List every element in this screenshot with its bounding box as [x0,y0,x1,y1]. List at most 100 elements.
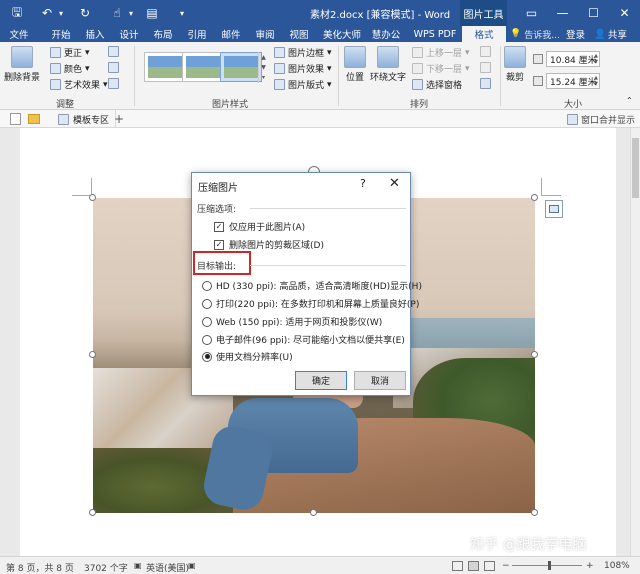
position-button[interactable]: 位置 [344,46,366,83]
artistic-effects-button[interactable]: 艺术效果 ▾ [50,78,108,91]
picture-effects-button[interactable]: 图片效果 ▾ [274,62,332,75]
gallery-down-icon[interactable]: ▼ [261,64,266,71]
tab-references[interactable]: 引用 [182,26,212,42]
tab-wps-pdf[interactable]: WPS PDF [410,26,460,42]
undo-icon[interactable]: ↶ [38,4,56,22]
picture-style-thumb[interactable] [182,52,224,82]
height-spinner[interactable]: ▲ ▼ [594,53,598,65]
tab-review[interactable]: 审阅 [250,26,280,42]
wrap-text-button[interactable]: 环绕文字 [370,46,406,83]
color-button[interactable]: 颜色 ▾ [50,62,90,75]
group-button[interactable] [480,62,491,73]
gallery-scroll[interactable]: ▲ ▼ ▾ [258,52,268,83]
radio-circle[interactable] [202,351,212,362]
radio-print[interactable]: 打印(220 ppi): 在多数打印机和屏幕上质量良好(P) [202,297,419,310]
tell-me-search[interactable]: 💡 告诉我... [510,26,560,42]
touch-dropdown-icon[interactable]: ▾ [125,4,137,22]
radio-circle[interactable] [202,280,212,291]
tab-huibangong[interactable]: 慧办公 [368,26,404,42]
resize-handle[interactable] [531,509,538,516]
layout-options-button[interactable] [545,200,563,218]
gallery-up-icon[interactable]: ▲ [261,54,266,61]
zoom-slider[interactable] [512,565,582,566]
width-field[interactable]: 15.24 厘米 ▲ ▼ [546,73,600,89]
help-button[interactable]: ? [360,177,366,190]
web-layout-icon[interactable] [484,561,495,571]
new-document-icon[interactable] [10,113,21,125]
radio-email[interactable]: 电子邮件(96 ppi): 尽可能缩小文档以便共享(E) [202,333,405,346]
folder-icon[interactable] [28,114,40,124]
tab-file[interactable]: 文件 [4,26,34,42]
share-button[interactable]: 👤 共享 [594,26,627,42]
radio-circle[interactable] [202,334,212,345]
zoom-slider-thumb[interactable] [548,561,551,570]
scrollbar-thumb[interactable] [632,138,639,198]
vertical-scrollbar[interactable] [630,128,640,556]
proofing-icon[interactable]: ▣ [134,561,142,570]
resize-handle[interactable] [310,509,317,516]
tab-view[interactable]: 视图 [284,26,314,42]
crop-button[interactable]: 裁剪 [504,46,526,83]
picture-style-thumb[interactable] [220,52,262,82]
zoom-out-button[interactable]: − [502,561,510,571]
ribbon-display-icon[interactable]: ▭ [516,0,547,26]
remove-background-button[interactable]: 删除背景 [4,46,40,83]
redo-icon[interactable]: ↻ [76,4,94,22]
touch-mode-icon[interactable]: ☝ [108,4,126,22]
bring-forward-button[interactable]: 上移一层 ▾ [412,46,470,59]
resize-handle[interactable] [89,194,96,201]
minimize-button[interactable]: — [547,0,578,26]
tab-format[interactable]: 格式 [462,26,506,42]
page-count[interactable]: 第 8 页，共 8 页 [6,561,74,574]
width-spinner[interactable]: ▲ ▼ [594,75,598,87]
checkbox-box[interactable]: ✓ [214,221,224,232]
checkbox-box[interactable]: ✓ [214,239,224,250]
zoom-in-button[interactable]: + [586,561,594,571]
radio-web[interactable]: Web (150 ppi): 适用于网页和投影仪(W) [202,315,382,328]
undo-dropdown-icon[interactable]: ▾ [55,4,67,22]
radio-circle[interactable] [202,298,212,309]
resize-handle[interactable] [89,509,96,516]
word-count[interactable]: 3702 个字 [84,561,128,574]
save-icon[interactable]: 🖫 [8,4,26,22]
tab-beautify[interactable]: 美化大师 [318,26,366,42]
ok-button[interactable]: 确定 [295,371,347,390]
apply-only-this-checkbox[interactable]: ✓ 仅应用于此图片(A) [214,220,305,233]
compress-pictures-button[interactable] [108,46,119,57]
gallery-more-icon[interactable]: ▾ [262,74,265,81]
corrections-button[interactable]: 更正 ▾ [50,46,90,59]
picture-layout-button[interactable]: 图片版式 ▾ [274,78,332,91]
customize-quick-access-icon[interactable]: ▾ [176,4,188,22]
rotate-button[interactable] [480,78,491,89]
new-doc-icon[interactable]: ▤ [143,4,161,22]
maximize-button[interactable]: ☐ [578,0,609,26]
zoom-level[interactable]: 108% [604,561,630,571]
resize-handle[interactable] [531,194,538,201]
reset-picture-button[interactable] [108,78,119,89]
tab-home[interactable]: 开始 [44,26,78,42]
picture-border-button[interactable]: 图片边框 ▾ [274,46,332,59]
tab-mailings[interactable]: 邮件 [216,26,246,42]
login-link[interactable]: 登录 [566,26,585,42]
language[interactable]: 英语(美国) [146,561,189,574]
macro-icon[interactable]: ▣ [188,561,196,570]
print-layout-icon[interactable] [468,561,479,571]
change-picture-button[interactable] [108,62,119,73]
close-window-button[interactable]: ✕ [609,0,640,26]
selection-pane-button[interactable]: 选择窗格 [412,78,462,91]
radio-document-resolution[interactable]: 使用文档分辨率(U) [202,350,293,363]
tab-layout[interactable]: 布局 [148,26,178,42]
resize-handle[interactable] [531,351,538,358]
height-field[interactable]: 10.84 厘米 ▲ ▼ [546,51,600,67]
radio-circle[interactable] [202,316,212,327]
close-dialog-button[interactable]: ✕ [389,176,400,191]
tab-design[interactable]: 设计 [114,26,144,42]
template-tab[interactable]: 模板专区 [52,110,117,128]
delete-cropped-checkbox[interactable]: ✓ 删除图片的剪裁区域(D) [214,238,324,251]
radio-hd[interactable]: HD (330 ppi): 高品质，适合高清晰度(HD)显示(H) [202,279,422,292]
add-tab-icon[interactable]: + [114,112,124,126]
collapse-ribbon-icon[interactable]: ⌃ [626,96,633,105]
cancel-button[interactable]: 取消 [354,371,406,390]
tab-insert[interactable]: 插入 [80,26,110,42]
align-button[interactable] [480,46,491,57]
